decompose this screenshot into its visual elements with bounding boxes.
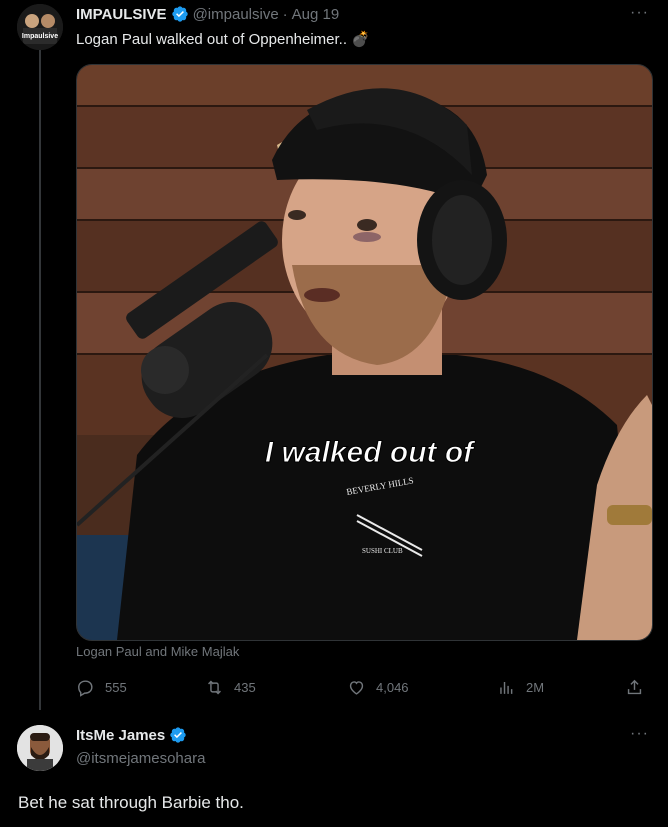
reply-header: ItsMe James <box>76 726 187 744</box>
video-caption-overlay: I walked out of <box>265 436 476 469</box>
retweet-action[interactable]: 435 <box>205 678 256 697</box>
impaulsive-avatar[interactable]: Impaulsive <box>17 4 63 50</box>
video-frame: BEVERLY HILLS SUSHI CLUB I walked out of <box>77 65 652 640</box>
tweet-header: IMPAULSIVE @impaulsive · Aug 19 <box>76 5 339 23</box>
retweet-count: 435 <box>234 680 256 695</box>
retweet-icon <box>208 680 221 695</box>
reply-author-name[interactable]: ItsMe James <box>76 727 165 744</box>
reply-author-handle[interactable]: @itsmejamesohara <box>76 750 205 767</box>
share-action[interactable] <box>625 678 644 697</box>
shirt-text-bottom: SUSHI CLUB <box>362 547 403 555</box>
verified-badge-icon <box>170 727 186 743</box>
avatar-image <box>17 725 63 771</box>
views-action[interactable]: 2M <box>497 678 544 697</box>
reply-action[interactable]: 555 <box>76 678 127 697</box>
tweet-date[interactable]: Aug 19 <box>292 6 340 23</box>
reply-count: 555 <box>105 680 127 695</box>
date-separator: · <box>282 5 288 23</box>
bomb-emoji: 💣 <box>351 31 370 48</box>
like-action[interactable]: 4,046 <box>347 678 409 697</box>
author-handle[interactable]: @impaulsive <box>193 6 279 23</box>
reply-icon <box>78 680 93 697</box>
views-chart-icon <box>500 681 513 694</box>
more-options-icon[interactable]: ··· <box>630 4 649 22</box>
reply-more-options-icon[interactable]: ··· <box>630 725 649 743</box>
tweet-text-row: Logan Paul walked out of Oppenheimer.. 💣 <box>76 30 370 48</box>
heart-icon <box>349 681 364 695</box>
verified-badge-icon <box>171 6 188 22</box>
james-avatar[interactable] <box>17 725 63 771</box>
reply-text: Bet he sat through Barbie tho. <box>18 793 244 812</box>
avatar-image: Impaulsive <box>17 4 63 50</box>
views-count: 2M <box>526 680 545 695</box>
tweet-media-video[interactable]: BEVERLY HILLS SUSHI CLUB I walked out of <box>76 64 653 641</box>
svg-text:Impaulsive: Impaulsive <box>22 33 58 40</box>
author-name[interactable]: IMPAULSIVE <box>76 6 167 23</box>
like-count: 4,046 <box>376 680 409 695</box>
media-credit[interactable]: Logan Paul and Mike Majlak <box>76 644 239 659</box>
thread-line <box>39 50 41 710</box>
tweet-text: Logan Paul walked out of Oppenheimer.. <box>76 31 348 48</box>
share-icon <box>627 679 642 695</box>
